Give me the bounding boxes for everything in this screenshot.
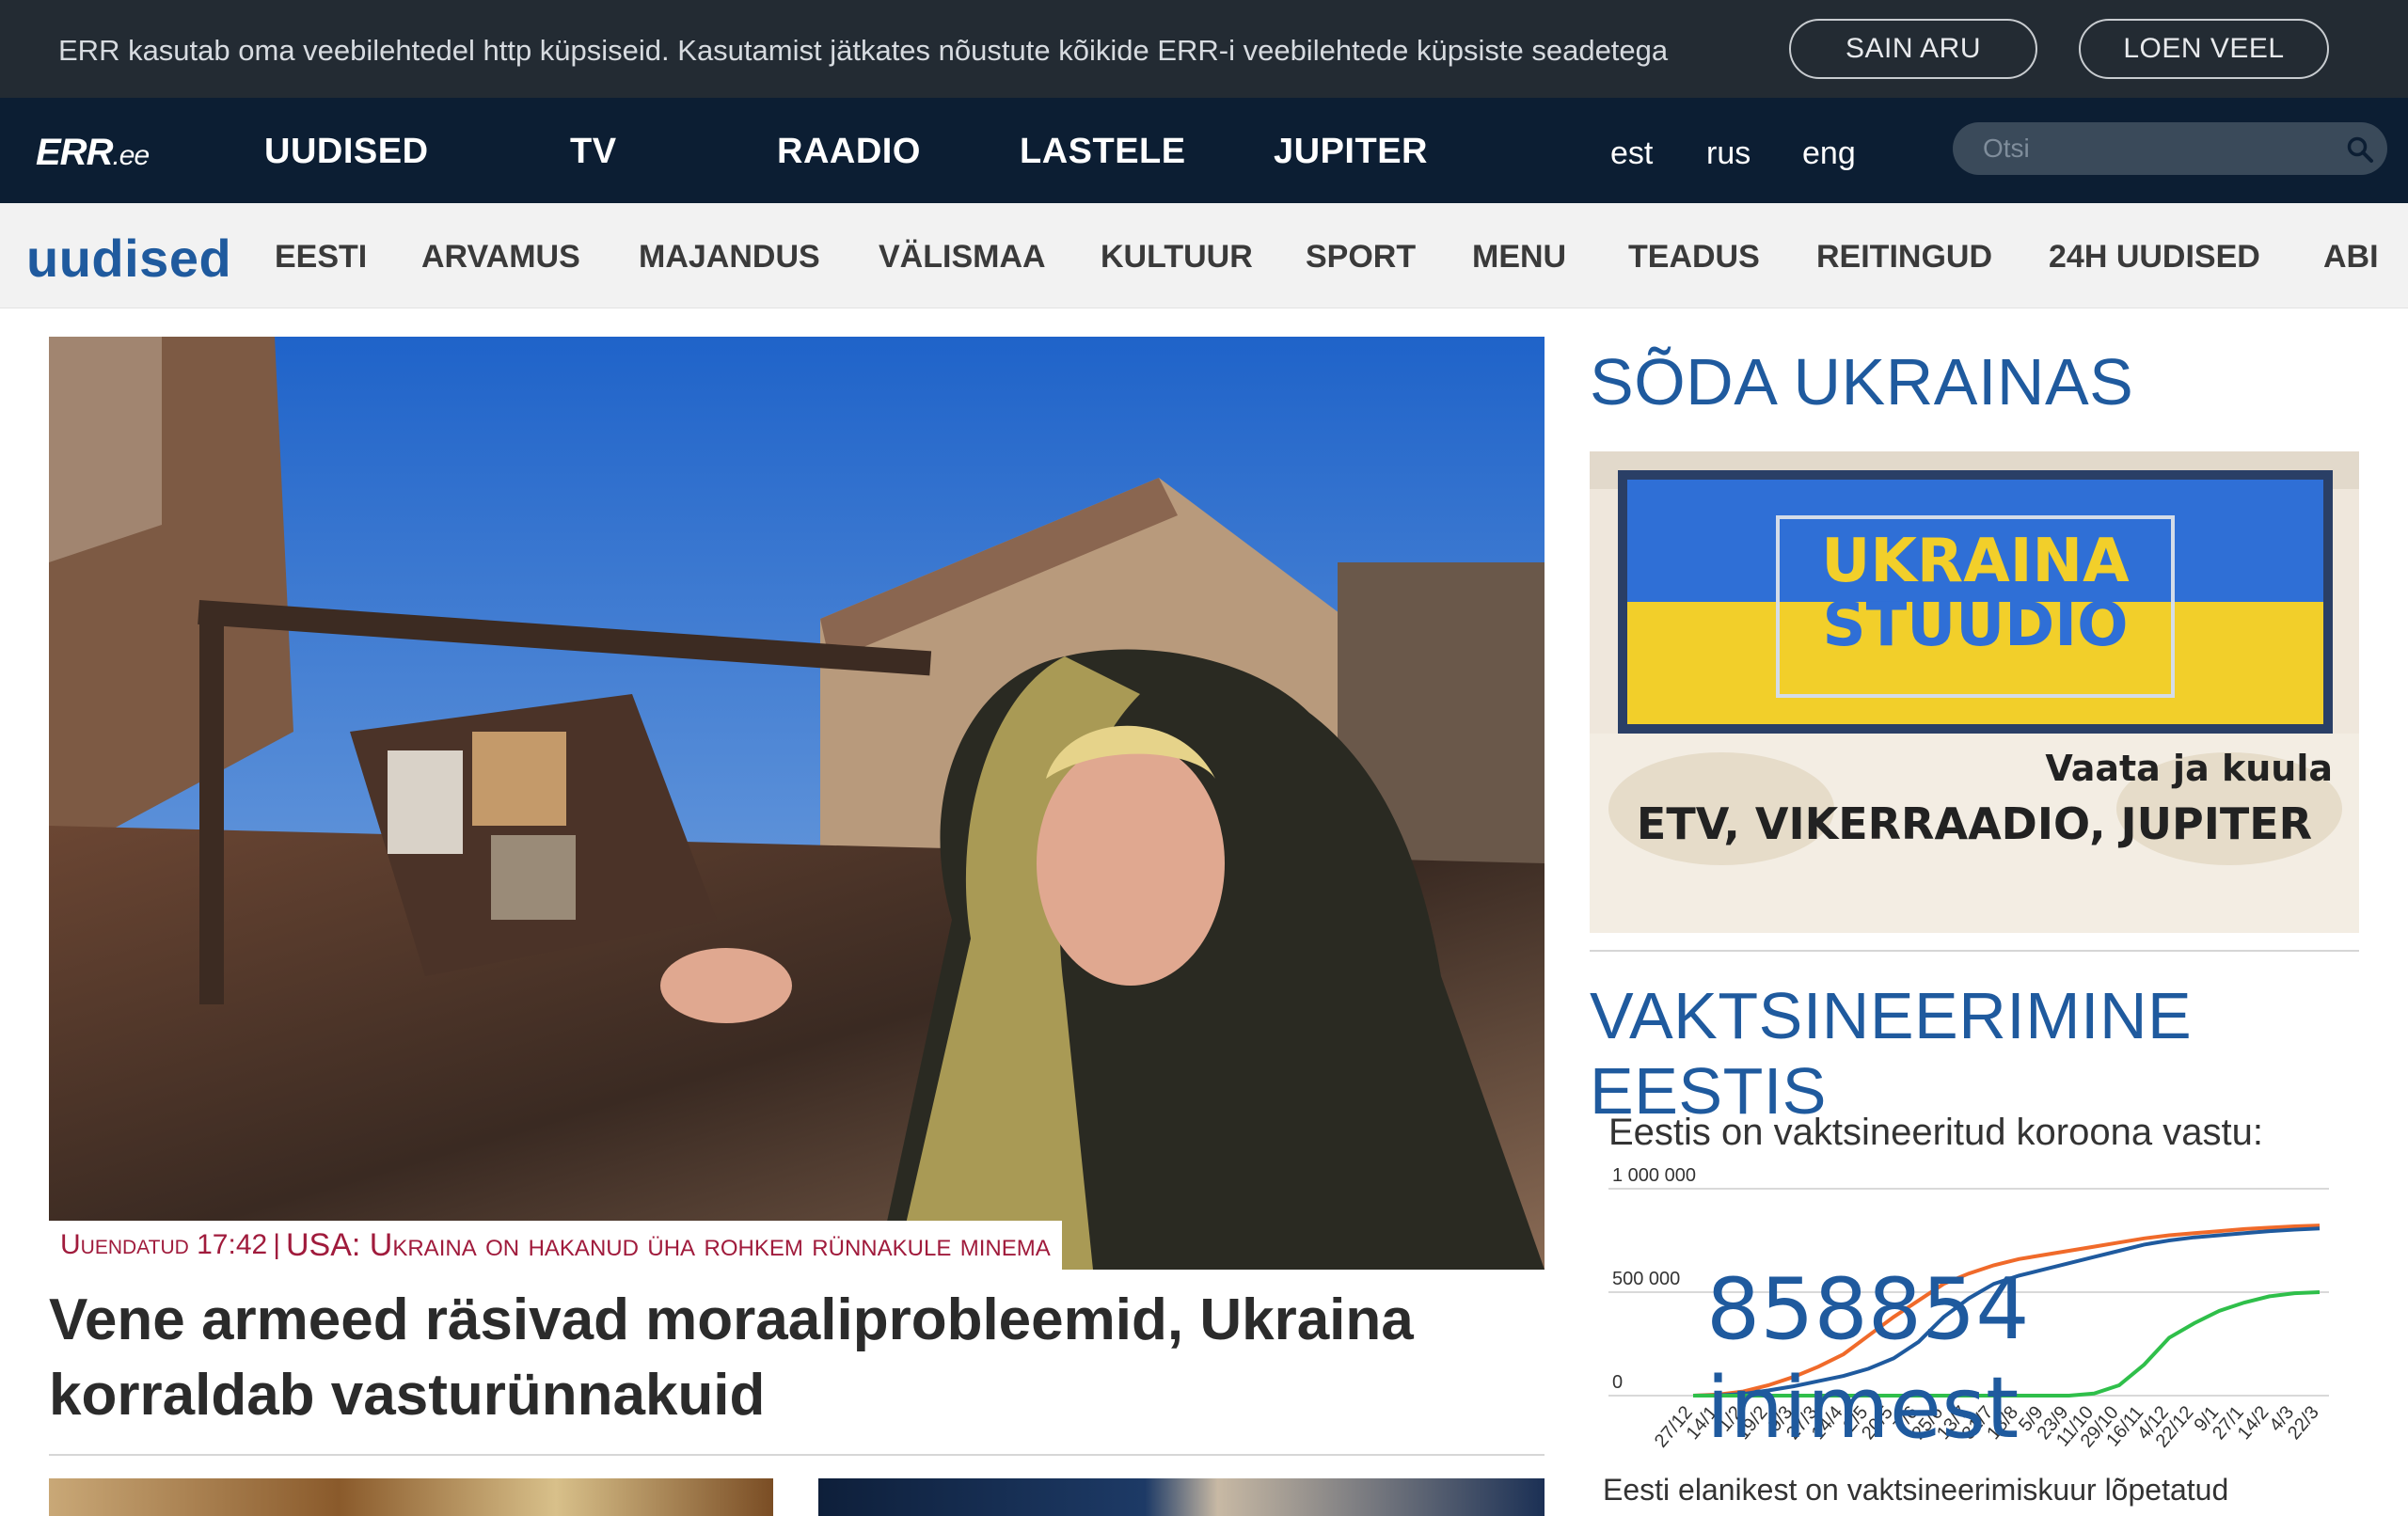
- lang-eng[interactable]: eng: [1802, 135, 1856, 172]
- divider: [49, 1454, 1545, 1456]
- promo-sub1: Vaata ja kuula: [2045, 748, 2333, 789]
- divider: [1590, 950, 2359, 952]
- y-tick-label: 1 000 000: [1612, 1165, 1696, 1186]
- cookie-more-button[interactable]: LOEN VEEL: [2079, 19, 2329, 79]
- vaccination-count: 858854 inimest: [1706, 1260, 2030, 1458]
- tag-separator: |: [273, 1229, 280, 1260]
- subnav-item-teadus[interactable]: TEADUS: [1628, 239, 1760, 276]
- subnav-item-majandus[interactable]: MAJANDUS: [639, 239, 820, 276]
- subnav-item-arvamus[interactable]: ARVAMUS: [421, 239, 580, 276]
- war-section-title[interactable]: SÕDA UKRAINAS: [1590, 344, 2133, 419]
- ukraina-stuudio-promo[interactable]: UKRAINA STUUDIO Vaata ja kuula ETV, VIKE…: [1590, 451, 2359, 933]
- subnav-item-sport[interactable]: SPORT: [1306, 239, 1416, 276]
- hero-photo: [49, 337, 1545, 1270]
- subnav-item-reitingud[interactable]: REITINGUD: [1816, 239, 1992, 276]
- lang-rus[interactable]: rus: [1706, 135, 1751, 172]
- cookie-text: ERR kasutab oma veebilehtedel http küpsi…: [58, 34, 1669, 67]
- hero-image[interactable]: [49, 337, 1545, 1270]
- article-thumb[interactable]: [49, 1478, 773, 1516]
- nav-item-lastele[interactable]: LASTELE: [1020, 132, 1186, 172]
- promo-banner: UKRAINA STUUDIO Vaata ja kuula ETV, VIKE…: [1590, 451, 2359, 933]
- search-icon[interactable]: [2346, 135, 2374, 164]
- hero-headline[interactable]: Vene armeed räsivad moraaliprobleemid, U…: [49, 1283, 1545, 1433]
- section-brand[interactable]: uudised: [26, 228, 231, 289]
- promo-title-line1: UKRAINA: [1821, 527, 2130, 596]
- nav-item-raadio[interactable]: RAADIO: [777, 132, 921, 172]
- logo-suffix: .ee: [112, 140, 150, 171]
- subnav-item-abi[interactable]: ABI: [2323, 239, 2379, 276]
- err-logo[interactable]: ERR.ee: [36, 132, 150, 174]
- cookie-accept-button[interactable]: SAIN ARU: [1789, 19, 2037, 79]
- hero-tag-text: USA: Ukraina on hakanud üha rohkem rünna…: [285, 1226, 1051, 1263]
- section-nav: uudised EESTI ARVAMUS MAJANDUS VÄLISMAA …: [0, 203, 2408, 308]
- search-input[interactable]: [1953, 122, 2387, 175]
- main-nav: ERR.ee UUDISED TV RAADIO LASTELE JUPITER…: [0, 98, 2408, 203]
- subnav-item-eesti[interactable]: EESTI: [275, 239, 367, 276]
- cookie-bar: ERR kasutab oma veebilehtedel http küpsi…: [0, 0, 2408, 98]
- nav-item-jupiter[interactable]: JUPITER: [1274, 132, 1428, 172]
- y-tick-label: 500 000: [1612, 1269, 1680, 1289]
- promo-sub2: ETV, VIKERRAADIO, JUPITER: [1637, 798, 2312, 849]
- hero-tag[interactable]: Uuendatud 17:42 | USA: Ukraina on hakanu…: [49, 1221, 1062, 1270]
- logo-text: ERR: [36, 132, 113, 173]
- vaccination-widget[interactable]: Eestis on vaktsineeritud koroona vastu: …: [1590, 1091, 2359, 1505]
- article-thumb[interactable]: [818, 1478, 1545, 1516]
- y-tick-label: 0: [1612, 1372, 1623, 1393]
- nav-item-uudised[interactable]: UUDISED: [264, 132, 429, 172]
- subnav-item-24h-uudised[interactable]: 24H UUDISED: [2049, 239, 2260, 276]
- subnav-item-kultuur[interactable]: KULTUUR: [1101, 239, 1253, 276]
- subnav-item-valismaa[interactable]: VÄLISMAA: [879, 239, 1046, 276]
- updated-time: Uuendatud 17:42: [60, 1229, 268, 1260]
- promo-title-line2: STUUDIO: [1822, 591, 2128, 660]
- vaccination-footer: Eesti elanikest on vaktsineerimiskuur lõ…: [1603, 1473, 2229, 1507]
- lang-est[interactable]: est: [1610, 135, 1653, 172]
- nav-item-tv[interactable]: TV: [570, 132, 617, 172]
- subnav-item-menu[interactable]: MENU: [1472, 239, 1566, 276]
